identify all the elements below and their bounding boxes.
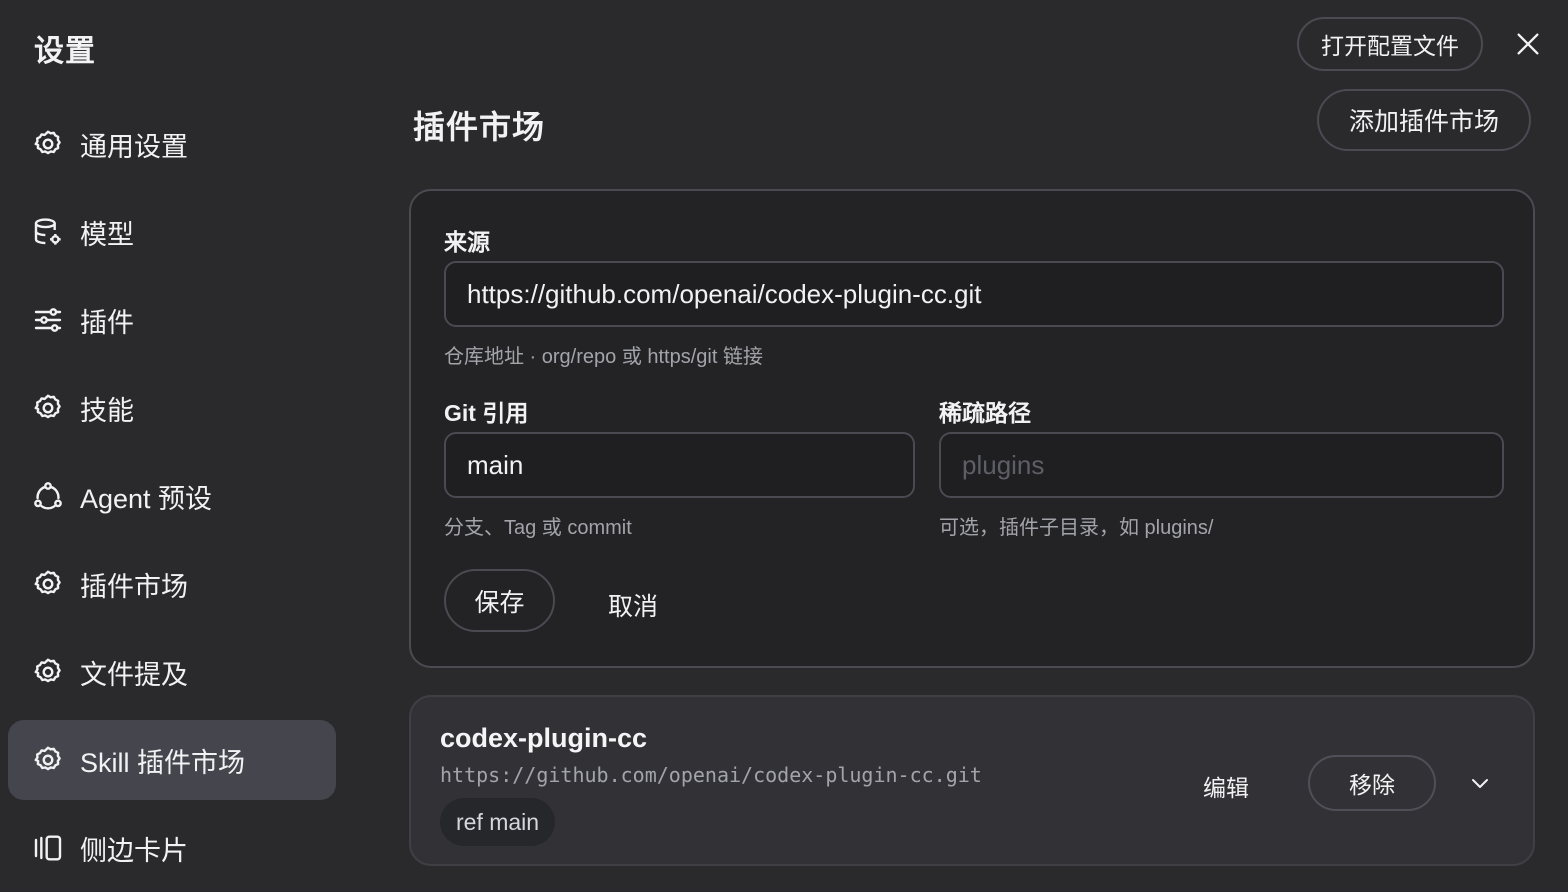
sidebar-item-agent-presets[interactable]: Agent 预设 <box>8 456 336 536</box>
git-ref-label: Git 引用 <box>444 400 529 426</box>
git-ref-hint: 分支、Tag 或 commit <box>444 517 632 539</box>
sidebar-item-label: 插件 <box>80 307 134 338</box>
sidebar-item-label: 模型 <box>80 219 134 250</box>
ref-badge: ref main <box>440 798 556 846</box>
sparse-path-hint: 可选，插件子目录，如 plugins/ <box>939 517 1214 539</box>
remove-button[interactable]: 移除 <box>1308 755 1436 811</box>
settings-title: 设置 <box>34 35 96 68</box>
agent-nodes-icon <box>32 480 64 512</box>
sidebar-item-label: 通用设置 <box>80 131 188 162</box>
save-button[interactable]: 保存 <box>444 569 555 632</box>
expand-button[interactable] <box>1464 767 1496 799</box>
market-url: https://github.com/openai/codex-plugin-c… <box>440 763 982 787</box>
sidebar-item-label: 技能 <box>80 395 134 426</box>
side-cards-icon <box>32 832 64 864</box>
sliders-icon <box>32 304 64 336</box>
cancel-button[interactable]: 取消 <box>608 587 658 623</box>
source-input[interactable]: https://github.com/openai/codex-plugin-c… <box>444 261 1504 327</box>
gear-icon <box>32 128 64 160</box>
source-hint: 仓库地址 · org/repo 或 https/git 链接 <box>444 346 763 368</box>
close-button[interactable] <box>1508 24 1548 64</box>
source-label: 来源 <box>444 229 490 255</box>
sidebar-item-general[interactable]: 通用设置 <box>8 104 336 184</box>
chevron-down-icon <box>1472 779 1488 788</box>
gear-icon <box>32 568 64 600</box>
git-ref-input[interactable]: main <box>444 432 915 498</box>
market-name: codex-plugin-cc <box>440 723 648 753</box>
gear-icon <box>32 744 64 776</box>
sparse-path-label: 稀疏路径 <box>939 400 1031 426</box>
sidebar-item-plugins[interactable]: 插件 <box>8 280 336 360</box>
database-gear-icon <box>32 216 64 248</box>
sidebar-item-file-mentions[interactable]: 文件提及 <box>8 632 336 712</box>
sidebar-item-label: Agent 预设 <box>80 483 213 514</box>
sidebar-item-models[interactable]: 模型 <box>8 192 336 272</box>
sidebar-item-label: 插件市场 <box>80 571 188 602</box>
gear-icon <box>32 656 64 688</box>
settings-window: 设置 通用设置 模型 插件 技能 Agent 预设 插件市场 文件提及 Skil… <box>0 0 1568 892</box>
add-plugin-market-button[interactable]: 添加插件市场 <box>1317 89 1531 151</box>
sidebar-item-plugin-market[interactable]: 插件市场 <box>8 544 336 624</box>
close-icon <box>1517 33 1539 55</box>
sidebar-item-skills[interactable]: 技能 <box>8 368 336 448</box>
sparse-path-input[interactable]: plugins <box>939 432 1504 498</box>
market-list-item: codex-plugin-cc https://github.com/opena… <box>409 695 1535 866</box>
open-config-file-button[interactable]: 打开配置文件 <box>1297 17 1483 71</box>
sidebar-item-skill-plugin-market[interactable]: Skill 插件市场 <box>8 720 336 800</box>
sidebar-item-label: Skill 插件市场 <box>80 747 246 778</box>
sidebar: 设置 通用设置 模型 插件 技能 Agent 预设 插件市场 文件提及 Skil… <box>0 0 352 892</box>
page-title: 插件市场 <box>413 109 546 145</box>
sidebar-item-label: 文件提及 <box>80 659 188 690</box>
sidebar-item-side-cards[interactable]: 侧边卡片 <box>8 808 336 888</box>
gear-icon <box>32 392 64 424</box>
sidebar-item-label: 侧边卡片 <box>80 835 188 866</box>
market-form-card: 来源 https://github.com/openai/codex-plugi… <box>409 189 1535 668</box>
edit-button[interactable]: 编辑 <box>1203 769 1249 803</box>
